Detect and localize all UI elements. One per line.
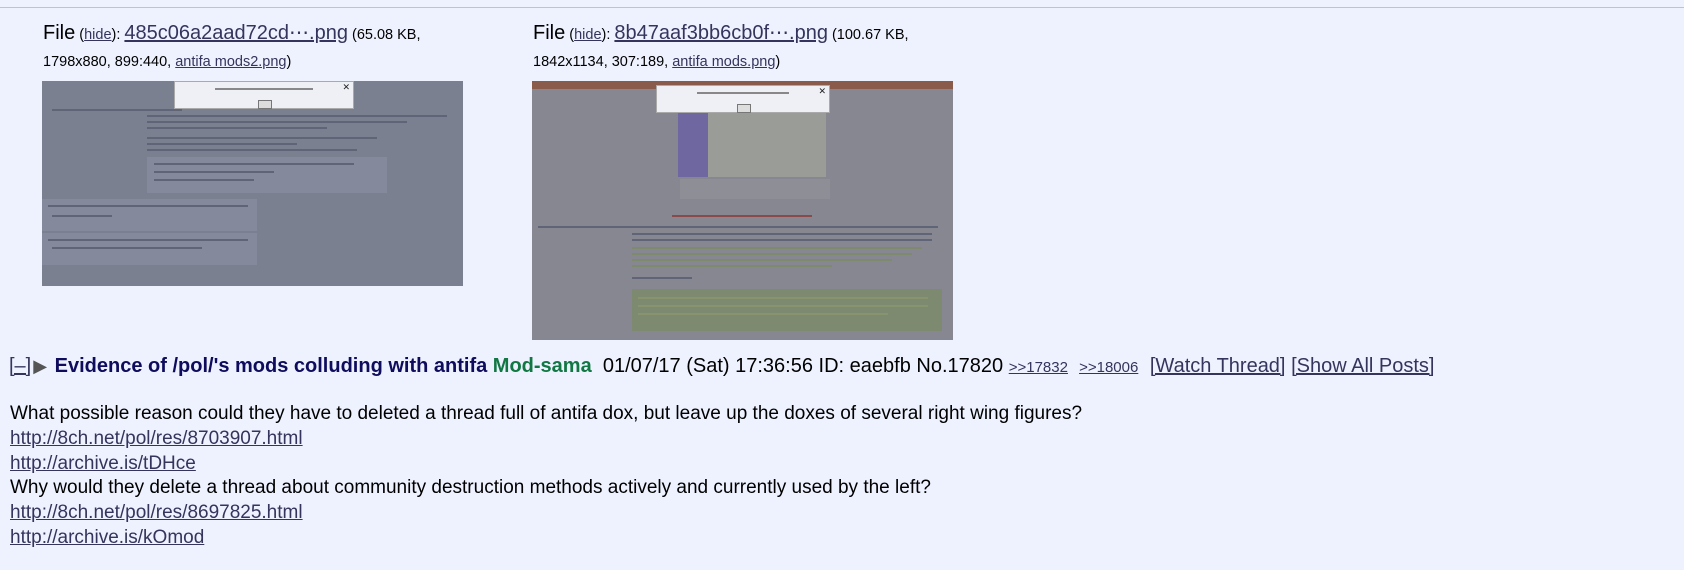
- show-all-posts-link[interactable]: [Show All Posts]: [1291, 355, 1434, 377]
- file-size: (65.08 KB,: [351, 27, 421, 43]
- hide-link[interactable]: hide: [84, 27, 111, 43]
- file-name-link[interactable]: 8b47aaf3bb6cb0f⋯.png: [614, 22, 828, 44]
- post-link[interactable]: http://archive.is/kOmod: [10, 527, 204, 548]
- file-info-1: File (hide): 485c06a2aad72cd⋯.png (65.08…: [43, 22, 421, 70]
- original-filename-link[interactable]: antifa mods.png: [672, 54, 775, 70]
- post-link[interactable]: http://8ch.net/pol/res/8697825.html: [10, 502, 303, 523]
- post-text-line: Why would they delete a thread about com…: [10, 477, 931, 499]
- post-header: [–] ▶ Evidence of /pol/'s mods colluding …: [9, 355, 1434, 378]
- poster-name: Mod-sama: [492, 355, 592, 377]
- dialog-preview: ✕: [656, 85, 830, 113]
- file-label: File: [533, 22, 566, 44]
- post-link[interactable]: http://8ch.net/pol/res/8703907.html: [10, 428, 303, 449]
- hide-link[interactable]: hide: [574, 27, 601, 43]
- post-text-line: What possible reason could they have to …: [10, 403, 1083, 424]
- file-dimensions: 1798x880, 899:440,: [43, 54, 172, 70]
- file-dimensions: 1842x1134, 307:189,: [533, 54, 669, 70]
- file-label: File: [43, 22, 76, 44]
- menu-triangle-icon[interactable]: ▶: [33, 356, 47, 376]
- post-body: What possible reason could they have to …: [10, 402, 1082, 551]
- reply-link[interactable]: >>18006: [1079, 359, 1138, 376]
- thumbnail-image-1[interactable]: ✕: [42, 81, 463, 286]
- file-name-link[interactable]: 485c06a2aad72cd⋯.png: [124, 22, 348, 44]
- reply-link[interactable]: >>17832: [1009, 359, 1068, 376]
- post-subject: Evidence of /pol/'s mods colluding with …: [54, 355, 488, 377]
- post-date: 01/07/17 (Sat) 17:36:56: [602, 355, 813, 377]
- watch-thread-link[interactable]: [Watch Thread]: [1150, 355, 1286, 377]
- collapse-toggle[interactable]: [–]: [9, 355, 31, 377]
- thumbnail-image-2[interactable]: ✕: [532, 81, 953, 340]
- file-size: (100.67 KB,: [831, 27, 909, 43]
- post-number[interactable]: No.17820: [916, 355, 1003, 377]
- dialog-preview: ✕: [174, 81, 354, 109]
- original-filename-link[interactable]: antifa mods2.png: [175, 54, 286, 70]
- poster-id: ID: eaebfb: [818, 355, 911, 377]
- file-info-2: File (hide): 8b47aaf3bb6cb0f⋯.png (100.6…: [533, 22, 909, 70]
- post-link[interactable]: http://archive.is/tDHce: [10, 453, 196, 474]
